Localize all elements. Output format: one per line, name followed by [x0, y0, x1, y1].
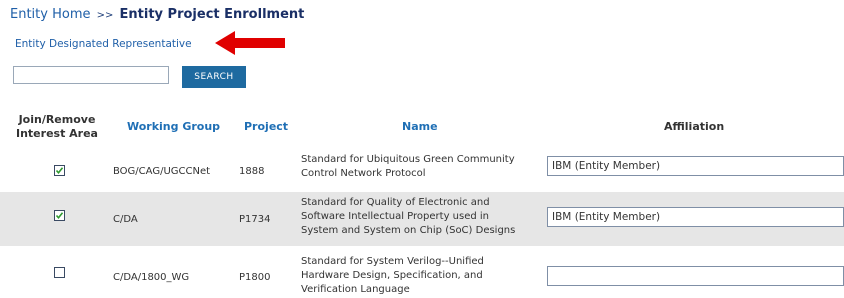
entity-designated-representative-link[interactable]: Entity Designated Representative [15, 38, 192, 50]
breadcrumb: Entity Home >> Entity Project Enrollment [10, 7, 304, 22]
project-cell: P1734 [239, 214, 271, 225]
column-header-join-line1: Join/Remove [18, 113, 96, 126]
column-header-join-line2: Interest Area [16, 127, 98, 140]
table-row: BOG/CAG/UGCCNet 1888 Standard for Ubiqui… [0, 150, 844, 192]
column-header-working-group[interactable]: Working Group [127, 120, 220, 133]
name-cell: Standard for Quality of Electronic and S… [301, 196, 551, 238]
page-title: Entity Project Enrollment [119, 7, 305, 22]
name-line: System and System on Chip (SoC) Designs [301, 225, 516, 236]
affiliation-field[interactable] [547, 266, 844, 286]
name-cell: Standard for System Verilog--Unified Har… [301, 255, 551, 297]
name-line: Standard for System Verilog--Unified [301, 256, 484, 267]
working-group-cell: C/DA [113, 214, 138, 225]
breadcrumb-separator: >> [96, 10, 114, 21]
name-line: Software Intellectual Property used in [301, 211, 490, 222]
affiliation-field[interactable] [547, 207, 844, 227]
name-line: Verification Language [301, 284, 410, 295]
name-line: Control Network Protocol [301, 168, 426, 179]
affiliation-field[interactable] [547, 156, 844, 176]
name-line: Standard for Ubiquitous Green Community [301, 154, 515, 165]
search-input[interactable] [13, 66, 169, 84]
name-cell: Standard for Ubiquitous Green Community … [301, 153, 551, 181]
project-cell: 1888 [239, 166, 265, 177]
project-cell: P1800 [239, 272, 271, 283]
table-row: C/DA/1800_WG P1800 Standard for System V… [0, 252, 844, 298]
working-group-cell: C/DA/1800_WG [113, 272, 190, 283]
join-checkbox[interactable] [54, 267, 65, 278]
search-button[interactable]: SEARCH [182, 66, 246, 88]
name-line: Standard for Quality of Electronic and [301, 197, 490, 208]
column-header-join-remove: Join/Remove Interest Area [6, 113, 108, 141]
checkmark-icon [55, 212, 64, 220]
column-header-affiliation: Affiliation [664, 120, 725, 133]
table-row: C/DA P1734 Standard for Quality of Elect… [0, 192, 844, 246]
working-group-cell: BOG/CAG/UGCCNet [113, 166, 211, 177]
join-checkbox[interactable] [54, 165, 65, 176]
red-arrow-icon [215, 31, 285, 55]
name-line: Hardware Design, Specification, and [301, 270, 483, 281]
join-checkbox[interactable] [54, 210, 65, 221]
breadcrumb-entity-home-link[interactable]: Entity Home [10, 7, 90, 22]
checkmark-icon [55, 167, 64, 175]
column-header-project[interactable]: Project [244, 120, 288, 133]
column-header-name[interactable]: Name [402, 120, 438, 133]
